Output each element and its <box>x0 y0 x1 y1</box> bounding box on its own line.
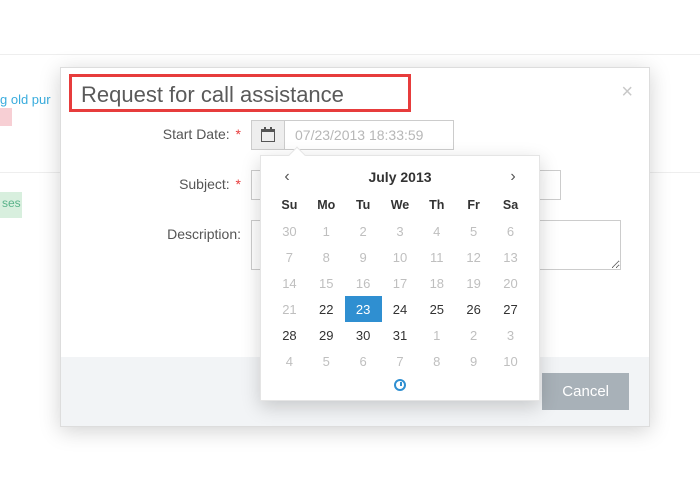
start-date-label: Start Date: * <box>81 120 251 142</box>
day-cell[interactable]: 10 <box>382 244 419 270</box>
day-cell[interactable]: 4 <box>271 348 308 374</box>
day-cell[interactable]: 20 <box>492 270 529 296</box>
day-cell[interactable]: 9 <box>455 348 492 374</box>
required-marker: * <box>236 176 241 192</box>
dow-header: We <box>382 194 419 218</box>
label-text: Subject: <box>179 176 230 192</box>
day-cell[interactable]: 24 <box>382 296 419 322</box>
form-row-start-date: Start Date: * <box>81 120 629 150</box>
day-cell[interactable]: 22 <box>308 296 345 322</box>
dow-header: Th <box>418 194 455 218</box>
modal-title: Request for call assistance <box>81 82 629 108</box>
day-cell[interactable]: 4 <box>418 218 455 244</box>
day-cell[interactable]: 10 <box>492 348 529 374</box>
day-cell[interactable]: 1 <box>308 218 345 244</box>
description-label: Description: <box>81 220 251 242</box>
prev-month-button[interactable]: ‹ <box>277 168 297 186</box>
datepicker-footer <box>271 374 529 394</box>
background-button-fragment[interactable]: ses <box>0 192 22 218</box>
day-cell[interactable]: 3 <box>492 322 529 348</box>
day-cell[interactable]: 12 <box>455 244 492 270</box>
modal-header: Request for call assistance × <box>61 68 649 114</box>
day-cell[interactable]: 17 <box>382 270 419 296</box>
background-badge <box>0 108 12 126</box>
clock-icon[interactable] <box>394 379 406 391</box>
day-cell[interactable]: 30 <box>271 218 308 244</box>
day-cell[interactable]: 6 <box>492 218 529 244</box>
dow-header: Tu <box>345 194 382 218</box>
required-marker: * <box>236 126 241 142</box>
day-cell[interactable]: 7 <box>271 244 308 270</box>
background-link[interactable]: g old pur <box>0 92 51 107</box>
datepicker-grid: SuMoTuWeThFrSa 3012345678910111213141516… <box>271 194 529 374</box>
label-text: Start Date: <box>163 126 230 142</box>
start-date-input-group <box>251 120 454 150</box>
day-cell[interactable]: 8 <box>418 348 455 374</box>
day-cell[interactable]: 15 <box>308 270 345 296</box>
close-icon[interactable]: × <box>621 82 633 102</box>
day-cell[interactable]: 26 <box>455 296 492 322</box>
day-cell[interactable]: 3 <box>382 218 419 244</box>
day-cell[interactable]: 27 <box>492 296 529 322</box>
day-cell[interactable]: 29 <box>308 322 345 348</box>
day-cell-selected[interactable]: 23 <box>345 296 382 322</box>
day-cell[interactable]: 18 <box>418 270 455 296</box>
datepicker-popover: ‹ July 2013 › SuMoTuWeThFrSa 30123456789… <box>260 155 540 401</box>
day-cell[interactable]: 13 <box>492 244 529 270</box>
day-cell[interactable]: 7 <box>382 348 419 374</box>
day-cell[interactable]: 31 <box>382 322 419 348</box>
day-cell[interactable]: 30 <box>345 322 382 348</box>
day-cell[interactable]: 21 <box>271 296 308 322</box>
label-text: Description: <box>167 226 241 242</box>
day-cell[interactable]: 25 <box>418 296 455 322</box>
day-cell[interactable]: 5 <box>308 348 345 374</box>
day-cell[interactable]: 6 <box>345 348 382 374</box>
day-cell[interactable]: 14 <box>271 270 308 296</box>
next-month-button[interactable]: › <box>503 168 523 186</box>
start-date-input[interactable] <box>284 120 454 150</box>
calendar-addon[interactable] <box>251 120 284 150</box>
day-cell[interactable]: 9 <box>345 244 382 270</box>
dow-header: Su <box>271 194 308 218</box>
calendar-icon <box>261 129 275 142</box>
day-cell[interactable]: 19 <box>455 270 492 296</box>
datepicker-header: ‹ July 2013 › <box>271 164 529 194</box>
day-cell[interactable]: 8 <box>308 244 345 270</box>
subject-label: Subject: * <box>81 170 251 192</box>
day-cell[interactable]: 2 <box>455 322 492 348</box>
cancel-button[interactable]: Cancel <box>542 373 629 410</box>
day-cell[interactable]: 1 <box>418 322 455 348</box>
day-cell[interactable]: 16 <box>345 270 382 296</box>
day-cell[interactable]: 5 <box>455 218 492 244</box>
divider <box>0 54 700 55</box>
day-cell[interactable]: 28 <box>271 322 308 348</box>
day-cell[interactable]: 11 <box>418 244 455 270</box>
dow-header: Sa <box>492 194 529 218</box>
day-cell[interactable]: 2 <box>345 218 382 244</box>
dow-header: Mo <box>308 194 345 218</box>
datepicker-title[interactable]: July 2013 <box>368 169 431 185</box>
dow-header: Fr <box>455 194 492 218</box>
